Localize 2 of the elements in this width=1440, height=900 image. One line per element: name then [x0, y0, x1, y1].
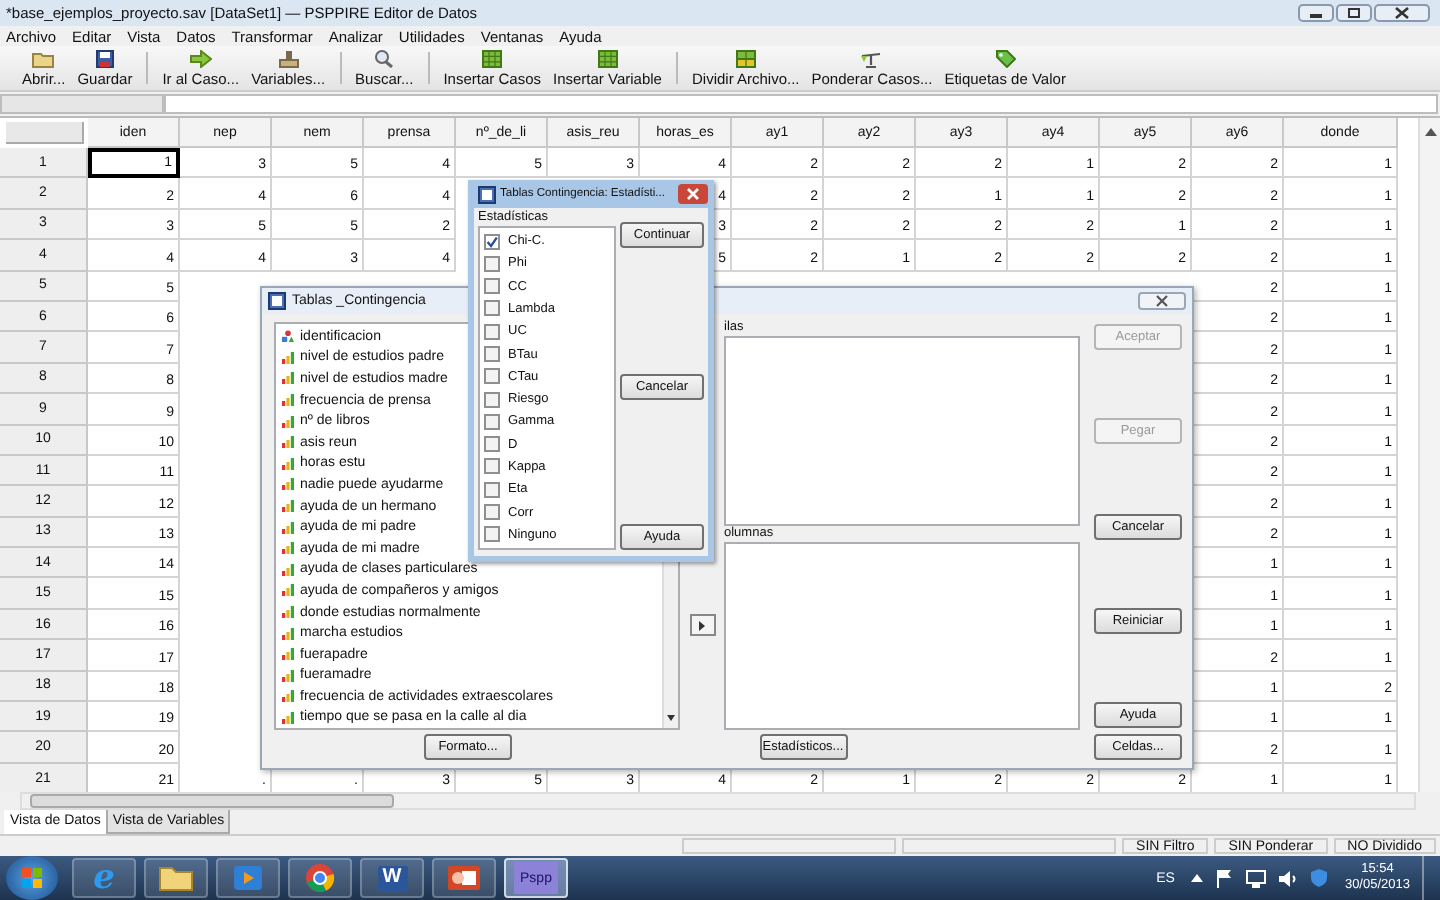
browser-icon: e: [93, 861, 115, 895]
document-icon: W: [377, 865, 407, 891]
